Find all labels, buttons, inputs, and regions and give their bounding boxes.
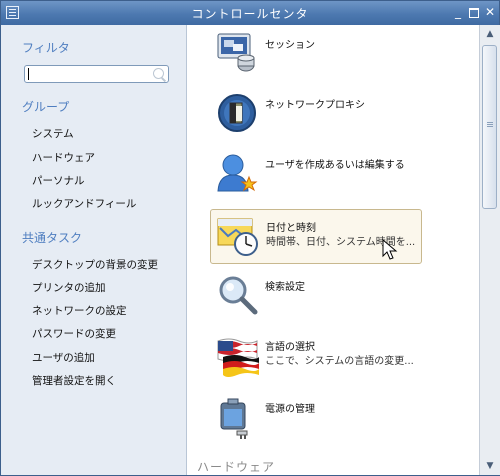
task-network-settings[interactable]: ネットワークの設定 bbox=[32, 303, 127, 318]
task-change-password[interactable]: パスワードの変更 bbox=[32, 326, 116, 341]
grip-icon bbox=[487, 122, 493, 123]
group-item-personal[interactable]: パーソナル bbox=[32, 173, 85, 188]
module-title: ネットワークプロキシ bbox=[265, 100, 365, 111]
module-language[interactable]: 言語の選択 ここで、システムの言語の変更... bbox=[210, 329, 422, 384]
scroll-down-arrow-icon[interactable]: ▼ bbox=[483, 459, 497, 473]
power-management-icon bbox=[220, 398, 248, 439]
vertical-scrollbar[interactable]: ▲ ▼ bbox=[479, 25, 500, 475]
common-tasks-heading: 共通タスク bbox=[22, 231, 83, 245]
scroll-up-arrow-icon[interactable]: ▲ bbox=[483, 27, 497, 41]
maximize-icon bbox=[469, 8, 479, 18]
group-item-system[interactable]: システム bbox=[32, 126, 74, 141]
module-power[interactable]: 電源の管理 bbox=[210, 391, 422, 446]
search-settings-icon bbox=[219, 276, 258, 315]
module-title: 日付と時刻 bbox=[266, 223, 316, 234]
window-title: コントロールセンタ bbox=[191, 7, 309, 21]
sidebar: フィルタ グループ システム ハードウェア パーソナル ルックアンドフィール 共… bbox=[1, 25, 187, 475]
groups-heading: グループ bbox=[22, 100, 70, 114]
module-subtitle: ここで、システムの言語の変更... bbox=[265, 356, 414, 367]
module-search-settings[interactable]: 検索設定 bbox=[210, 269, 422, 324]
module-title: セッション bbox=[265, 40, 315, 51]
search-icon bbox=[153, 68, 164, 79]
close-button[interactable]: ✕ bbox=[483, 5, 497, 19]
search-input[interactable] bbox=[24, 65, 169, 83]
control-center-window: コントロールセンタ _ ✕ フィルタ グループ システム ハードウェア パーソナ… bbox=[0, 0, 500, 476]
module-users[interactable]: ユーザを作成あるいは編集する bbox=[210, 147, 422, 202]
minimize-button[interactable]: _ bbox=[451, 5, 465, 19]
session-icon bbox=[217, 33, 255, 72]
module-session[interactable]: セッション bbox=[210, 27, 422, 82]
filter-heading: フィルタ bbox=[22, 41, 70, 55]
task-open-admin-settings[interactable]: 管理者設定を開く bbox=[32, 373, 116, 388]
group-item-hardware[interactable]: ハードウェア bbox=[32, 150, 95, 165]
title-bar[interactable]: コントロールセンタ _ ✕ bbox=[1, 1, 499, 25]
module-network-proxy[interactable]: ネットワークプロキシ bbox=[210, 87, 422, 142]
mouse-pointer-icon bbox=[382, 239, 398, 260]
task-add-user[interactable]: ユーザの追加 bbox=[32, 350, 95, 365]
module-title: ユーザを作成あるいは編集する bbox=[265, 160, 405, 171]
group-heading-hardware: ハードウェア bbox=[197, 460, 276, 474]
task-add-printer[interactable]: プリンタの追加 bbox=[32, 280, 106, 295]
module-list: セッション ネットワークプロキシ ユーザを作成あるいは編集する 日付と時刻 時間… bbox=[187, 25, 479, 475]
task-change-wallpaper[interactable]: デスクトップの背景の変更 bbox=[32, 257, 158, 272]
network-proxy-icon bbox=[218, 94, 256, 132]
date-time-icon bbox=[217, 218, 258, 256]
module-title: 言語の選択 bbox=[265, 342, 315, 353]
user-icon bbox=[217, 154, 258, 192]
module-title: 検索設定 bbox=[265, 282, 305, 293]
scrollbar-thumb[interactable] bbox=[482, 45, 497, 209]
language-flags-icon bbox=[217, 338, 259, 377]
module-title: 電源の管理 bbox=[265, 404, 315, 415]
maximize-button[interactable] bbox=[467, 5, 481, 19]
text-caret bbox=[28, 68, 29, 80]
group-item-look-and-feel[interactable]: ルックアンドフィール bbox=[32, 196, 136, 211]
